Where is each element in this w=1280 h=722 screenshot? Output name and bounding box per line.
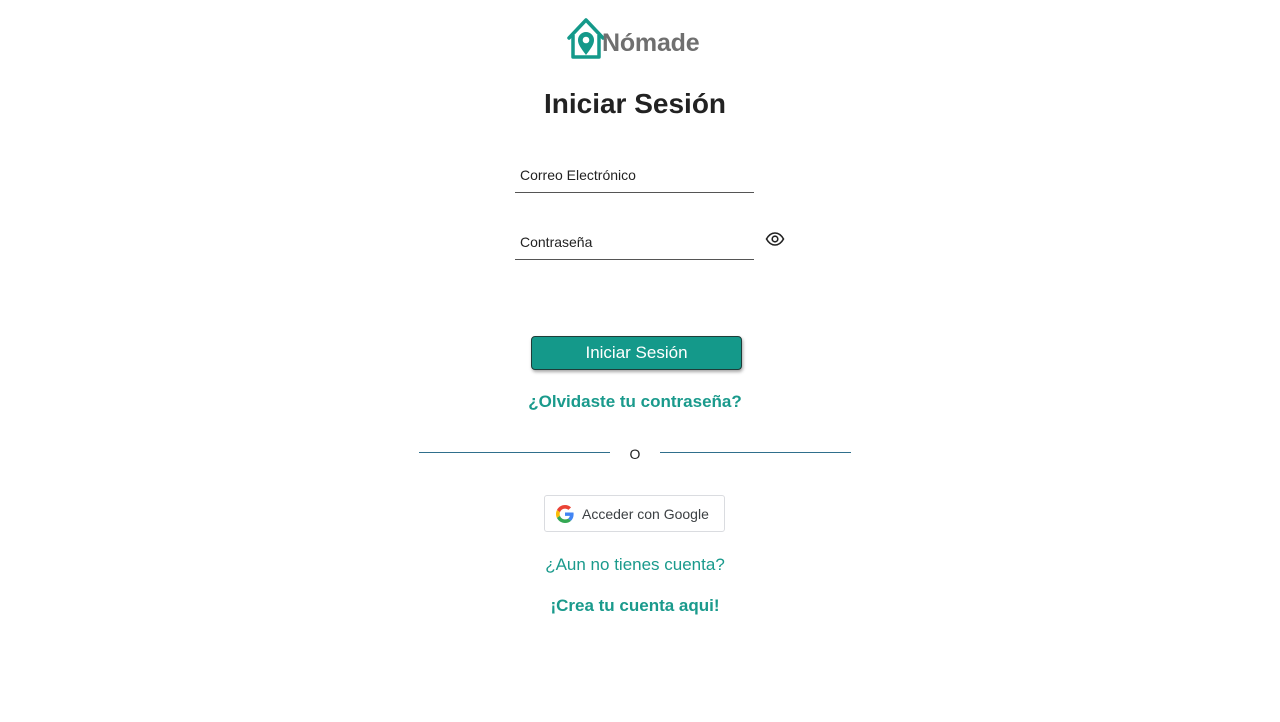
email-field-container	[515, 152, 754, 193]
password-field-container	[515, 219, 754, 260]
google-signin-button[interactable]: Acceder con Google	[544, 495, 725, 532]
divider-text: O	[629, 446, 641, 462]
email-input[interactable]	[515, 160, 750, 190]
divider-line-left	[419, 452, 610, 453]
password-input[interactable]	[515, 227, 750, 257]
no-account-prompt: ¿Aun no tienes cuenta?	[545, 555, 725, 574]
page-title: Iniciar Sesión	[543, 88, 727, 119]
house-location-pin-icon	[566, 16, 606, 60]
google-g-icon	[556, 504, 574, 523]
create-account-link[interactable]: ¡Crea tu cuenta aqui!	[0, 596, 1270, 616]
forgot-password-link[interactable]: ¿Olvidaste tu contraseña?	[0, 392, 1270, 412]
brand-name: Nómade	[602, 29, 700, 57]
brand-logo: Nómade	[566, 16, 700, 60]
login-page: Nómade Iniciar Sesión Iniciar Sesión ¿Ol…	[0, 0, 1280, 722]
eye-icon[interactable]	[765, 231, 785, 247]
login-button[interactable]: Iniciar Sesión	[531, 336, 742, 370]
divider-line-right	[660, 452, 851, 453]
google-signin-label: Acceder con Google	[582, 505, 709, 522]
